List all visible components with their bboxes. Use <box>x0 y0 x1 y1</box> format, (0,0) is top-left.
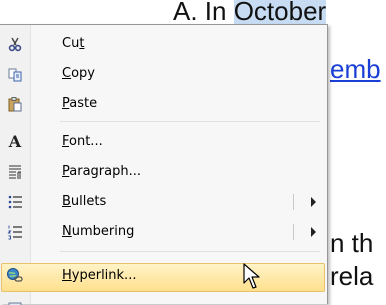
doc-line-3: n th <box>330 228 373 258</box>
submenu-divider <box>293 224 294 240</box>
menu-item-label: Numbering <box>62 224 135 239</box>
scissors-icon <box>6 35 24 53</box>
menu-item-hyperlink[interactable]: Hyperlink... <box>0 261 327 291</box>
menu-item-paragraph[interactable]: Paragraph... <box>0 157 327 187</box>
doc-line-4: rela <box>330 261 373 291</box>
menu-separator <box>60 251 320 252</box>
font-icon: A <box>8 132 22 151</box>
mouse-pointer-icon <box>243 263 260 289</box>
selected-text: October <box>233 0 327 26</box>
context-menu: Cut Copy Paste A Font... Paragraph... Bu… <box>0 24 328 305</box>
doc-text: n th <box>330 228 374 258</box>
menu-item-label: Paragraph... <box>62 164 141 179</box>
menu-item-label: Copy <box>62 66 95 81</box>
paste-icon <box>6 95 24 113</box>
menu-item-partial[interactable] <box>0 293 327 305</box>
doc-link-text[interactable]: emb <box>330 54 381 84</box>
doc-text: rela <box>330 261 374 291</box>
numbering-icon <box>6 223 24 241</box>
doc-line-1: A. In October <box>173 0 327 26</box>
bullets-icon <box>6 193 24 211</box>
submenu-arrow-icon[interactable] <box>311 197 316 207</box>
menu-item-label: Cut <box>62 36 85 51</box>
doc-line-2: emb <box>330 54 381 84</box>
doc-text: A. In <box>173 0 234 26</box>
menu-item-cut[interactable]: Cut <box>0 29 327 59</box>
hyperlink-icon <box>6 267 24 285</box>
paragraph-icon <box>6 163 24 181</box>
menu-item-bullets[interactable]: Bullets <box>0 187 327 217</box>
menu-item-label: Font... <box>62 134 103 149</box>
menu-item-numbering[interactable]: Numbering <box>0 217 327 247</box>
menu-item-label: Hyperlink... <box>62 268 137 283</box>
submenu-arrow-icon[interactable] <box>311 227 316 237</box>
menu-item-label: Paste <box>62 96 98 111</box>
menu-item-copy[interactable]: Copy <box>0 59 327 89</box>
menu-item-paste[interactable]: Paste <box>0 89 327 119</box>
menu-item-label: Bullets <box>62 194 107 209</box>
copy-icon <box>6 65 24 83</box>
menu-item-icon <box>6 297 24 305</box>
submenu-divider <box>293 194 294 210</box>
menu-separator <box>60 121 320 122</box>
menu-item-font[interactable]: A Font... <box>0 127 327 157</box>
